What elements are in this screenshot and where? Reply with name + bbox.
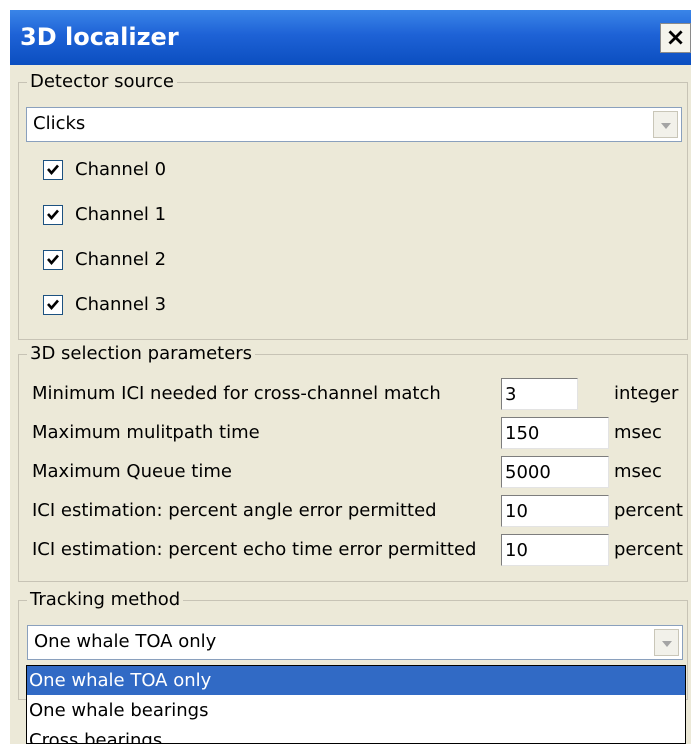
selection-params-group: 3D selection parameters Minimum ICI need…: [18, 343, 688, 582]
param-label: Maximum mulitpath time: [32, 422, 260, 443]
title-bar[interactable]: 3D localizer ×: [10, 10, 691, 65]
param-label: ICI estimation: percent echo time error …: [32, 539, 477, 560]
param-unit: msec: [614, 422, 662, 443]
param-label: ICI estimation: percent angle error perm…: [32, 500, 437, 521]
echo-time-error-input[interactable]: [501, 534, 609, 566]
detector-source-group: Detector source Clicks Channel 0 Channel…: [18, 71, 688, 340]
max-queue-input[interactable]: [501, 456, 609, 488]
angle-error-input[interactable]: [501, 495, 609, 527]
close-button[interactable]: ×: [660, 23, 691, 53]
param-unit: percent: [614, 500, 683, 521]
param-label: Maximum Queue time: [32, 461, 232, 482]
tracking-method-legend: Tracking method: [27, 589, 184, 611]
channel-3-label: Channel 3: [75, 294, 167, 315]
param-unit: msec: [614, 461, 662, 482]
detector-source-legend: Detector source: [27, 71, 177, 93]
checkmark-icon[interactable]: [43, 250, 63, 270]
max-multipath-input[interactable]: [501, 417, 609, 449]
min-ici-input[interactable]: [501, 378, 578, 410]
dropdown-option[interactable]: Cross bearings: [27, 726, 685, 743]
checkmark-icon[interactable]: [43, 205, 63, 225]
window-title: 3D localizer: [20, 23, 179, 51]
tracking-method-value: One whale TOA only: [34, 631, 217, 652]
checkmark-icon[interactable]: [43, 295, 63, 315]
channel-1-label: Channel 1: [75, 204, 167, 225]
chevron-down-icon[interactable]: [654, 629, 679, 656]
param-unit: integer: [614, 383, 679, 404]
tracking-method-select[interactable]: One whale TOA only: [27, 625, 683, 660]
channel-2-label: Channel 2: [75, 249, 167, 270]
checkmark-icon[interactable]: [43, 160, 63, 180]
selection-params-legend: 3D selection parameters: [27, 343, 256, 365]
param-label: Minimum ICI needed for cross-channel mat…: [32, 383, 441, 404]
chevron-down-icon[interactable]: [653, 111, 678, 138]
tracking-method-dropdown: One whale TOA only One whale bearings Cr…: [26, 665, 686, 744]
param-unit: percent: [614, 539, 683, 560]
channel-0-label: Channel 0: [75, 159, 167, 180]
dropdown-option[interactable]: One whale TOA only: [27, 666, 685, 695]
detector-source-select[interactable]: Clicks: [26, 107, 682, 142]
dropdown-option[interactable]: One whale bearings: [27, 696, 685, 725]
detector-source-value: Clicks: [33, 113, 86, 134]
localizer-dialog: 3D localizer × Detector source Clicks Ch…: [10, 10, 691, 744]
